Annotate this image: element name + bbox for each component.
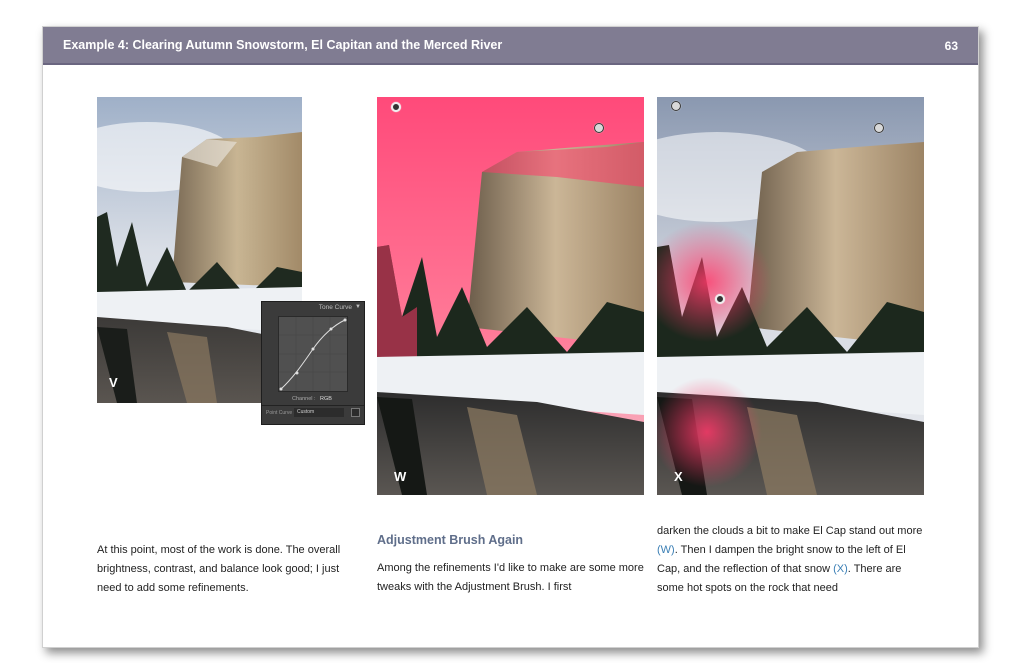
column-1-text: At this point, most of the work is done.… [97,544,341,594]
column-3-text: darken the clouds a bit to make El Cap s… [657,522,927,598]
page-number: 63 [944,39,958,53]
figure-ref-x[interactable]: (X) [833,563,848,575]
point-curve-select[interactable]: Custom [294,408,344,417]
channel-label: Channel : [292,396,316,402]
book-page: Example 4: Clearing Autumn Snowstorm, El… [42,26,979,648]
photo-label-x: X [674,469,683,484]
channel-select[interactable]: RGB [320,396,332,402]
page-title: Example 4: Clearing Autumn Snowstorm, El… [63,38,503,52]
brush-pin[interactable] [671,101,681,111]
section-heading: Adjustment Brush Again [377,533,524,547]
photo-x: X [657,97,924,495]
photo-w: W [377,97,644,495]
brush-pin[interactable] [594,123,604,133]
tone-curve-graph[interactable] [278,316,348,392]
edit-curve-icon[interactable] [351,408,360,417]
point-curve-label: Point Curve : [266,410,295,416]
figure-ref-w[interactable]: (W) [657,544,675,556]
brush-pin[interactable] [874,123,884,133]
column-3-part-1: darken the clouds a bit to make El Cap s… [657,525,923,537]
brush-pin-active[interactable] [715,294,725,304]
panel-divider [262,405,364,406]
brush-pin-active[interactable] [391,102,401,112]
tone-curve-panel: Tone Curve ▼ Channel : RGB Point Curve :… [261,301,365,425]
photo-label-v: V [109,375,118,390]
tone-curve-title: Tone Curve [318,304,352,311]
photo-label-w: W [394,469,407,484]
page-header: Example 4: Clearing Autumn Snowstorm, El… [43,27,978,65]
panel-collapse-icon[interactable]: ▼ [355,304,361,310]
column-2-text: Among the refinements I'd like to make a… [377,562,644,593]
